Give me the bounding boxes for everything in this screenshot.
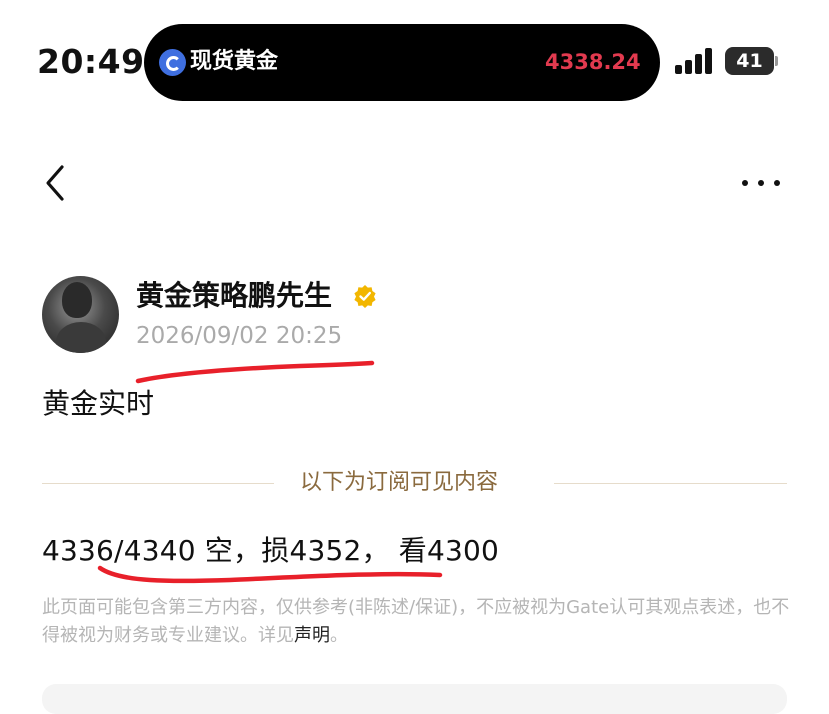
bottom-card: [42, 684, 787, 714]
disclaimer-end: 。: [330, 625, 348, 646]
ellipsis-icon[interactable]: [742, 180, 782, 188]
gate-logo-icon: [159, 49, 186, 76]
post-content: 4336/4340 空，损4352， 看4300: [42, 534, 500, 567]
disclaimer-text: 此页面可能包含第三方内容，仅供参考(非陈述/保证)，不应被视为Gate认可其观点…: [42, 597, 790, 646]
divider-line-left: [42, 483, 274, 484]
battery-tip: [775, 56, 778, 66]
annotation-underline-timestamp: [135, 360, 375, 384]
island-asset-price: 4338.24: [545, 50, 641, 74]
cellular-signal-icon: [675, 48, 715, 74]
verified-badge-icon: [354, 285, 376, 308]
chevron-left-icon[interactable]: [42, 163, 70, 203]
divider-line-right: [554, 483, 787, 484]
battery-icon: 41: [725, 47, 774, 75]
author-name[interactable]: 黄金策略鹏先生: [136, 278, 332, 314]
status-time: 20:49: [37, 42, 145, 81]
statement-link[interactable]: 声明: [294, 625, 330, 646]
post-title: 黄金实时: [42, 387, 155, 420]
island-asset-name: 现货黄金: [190, 49, 279, 74]
post-timestamp: 2026/09/02 20:25: [136, 323, 343, 349]
subscription-divider-label: 以下为订阅可见内容: [300, 470, 499, 495]
disclaimer: 此页面可能包含第三方内容，仅供参考(非陈述/保证)，不应被视为Gate认可其观点…: [42, 594, 792, 650]
avatar[interactable]: [42, 276, 119, 353]
